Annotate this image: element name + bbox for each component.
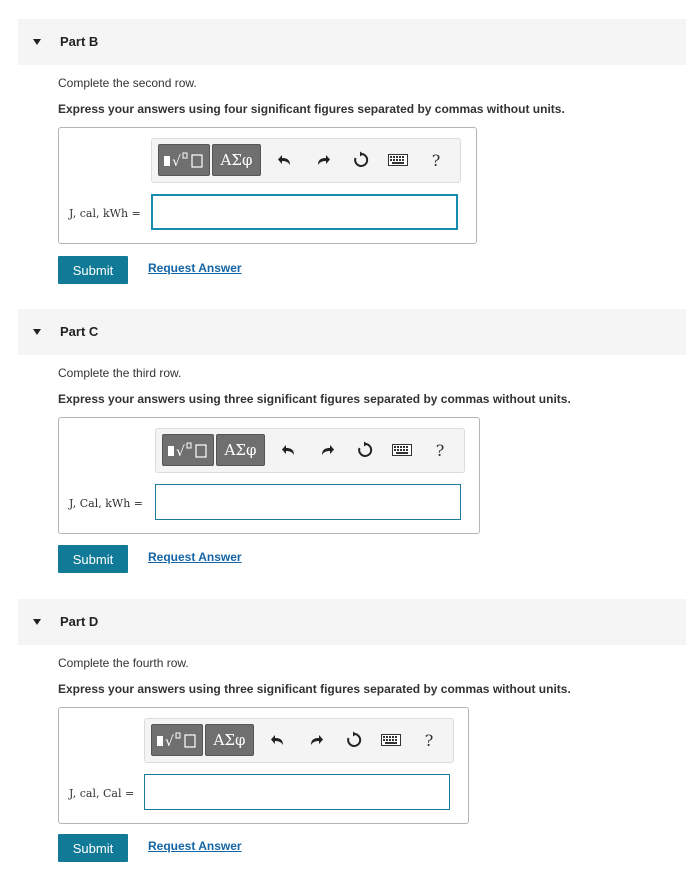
part-header[interactable]: Part D [18,599,686,645]
answer-label: J, Cal, kWh = [69,497,144,510]
templates-icon: √ [157,732,196,750]
svg-text:√: √ [176,444,185,460]
part-instruction: Express your answers using three signifi… [58,392,571,406]
reset-icon[interactable] [355,440,375,460]
request-answer-link[interactable]: Request Answer [148,839,242,853]
math-toolbar: √ ΑΣφ ? [144,718,454,763]
undo-icon[interactable] [268,730,288,750]
templates-icon: √ [168,442,207,460]
redo-icon[interactable] [306,730,326,750]
part-prompt: Complete the fourth row. [58,656,189,670]
greek-symbols-button[interactable]: ΑΣφ [212,144,261,176]
help-icon[interactable]: ? [419,730,439,750]
answer-box: √ ΑΣφ ? J, Cal, kWh = [58,417,480,534]
answer-input[interactable] [144,774,450,810]
part-prompt: Complete the third row. [58,366,182,380]
greek-symbols-button[interactable]: ΑΣφ [205,724,254,756]
submit-button[interactable]: Submit [58,256,128,284]
undo-icon[interactable] [279,440,299,460]
request-answer-link[interactable]: Request Answer [148,261,242,275]
redo-icon[interactable] [317,440,337,460]
answer-label: J, cal, kWh = [69,207,141,220]
part-title[interactable]: Part B [60,34,98,49]
help-icon[interactable]: ? [426,150,446,170]
greek-symbols-button[interactable]: ΑΣφ [216,434,265,466]
part-instruction: Express your answers using four signific… [58,102,565,116]
keyboard-icon[interactable] [392,440,412,460]
part-prompt: Complete the second row. [58,76,197,90]
math-toolbar: √ ΑΣφ ? [151,138,461,183]
collapse-caret-icon[interactable] [33,329,41,335]
math-toolbar: √ ΑΣφ ? [155,428,465,473]
part-title[interactable]: Part C [60,324,98,339]
reset-icon[interactable] [344,730,364,750]
redo-icon[interactable] [313,150,333,170]
templates-button[interactable]: √ [158,144,210,176]
help-icon[interactable]: ? [430,440,450,460]
request-answer-link[interactable]: Request Answer [148,550,242,564]
part-header[interactable]: Part C [18,309,686,355]
reset-icon[interactable] [351,150,371,170]
collapse-caret-icon[interactable] [33,619,41,625]
templates-button[interactable]: √ [162,434,214,466]
answer-box: √ ΑΣφ ? J, cal, Cal = [58,707,469,824]
answer-input[interactable] [155,484,461,520]
answer-box: √ ΑΣφ ? J, cal, kWh = [58,127,477,244]
part-instruction: Express your answers using three signifi… [58,682,571,696]
svg-text:√: √ [172,154,181,170]
templates-icon: √ [164,152,203,170]
collapse-caret-icon[interactable] [33,39,41,45]
part-header[interactable]: Part B [18,19,686,65]
answer-label: J, cal, Cal = [69,787,135,800]
keyboard-icon[interactable] [381,730,401,750]
undo-icon[interactable] [275,150,295,170]
part-title[interactable]: Part D [60,614,98,629]
submit-button[interactable]: Submit [58,545,128,573]
submit-button[interactable]: Submit [58,834,128,862]
svg-text:√: √ [165,734,174,750]
keyboard-icon[interactable] [388,150,408,170]
answer-input[interactable] [151,194,458,230]
templates-button[interactable]: √ [151,724,203,756]
